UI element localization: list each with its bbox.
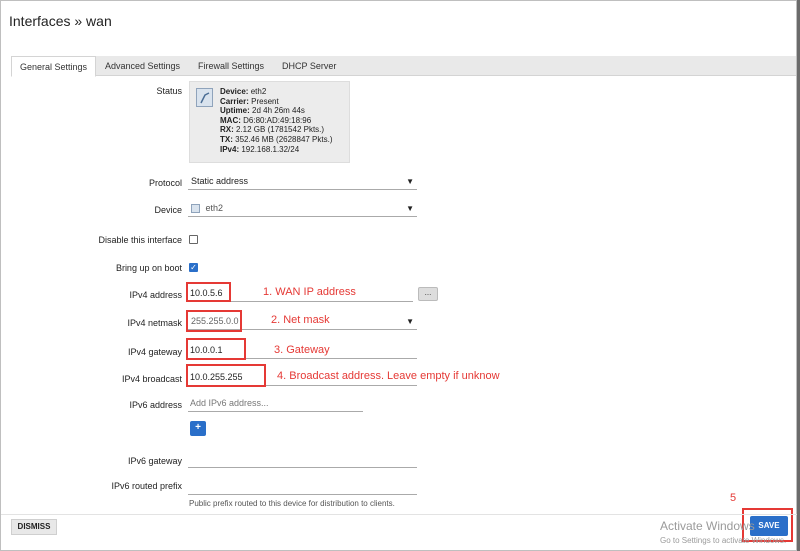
annotation-box-ipv4-gateway xyxy=(186,338,246,360)
add-ipv6-address-button[interactable]: + xyxy=(190,421,206,436)
status-panel: Device: eth2 Carrier: Present Uptime: 2d… xyxy=(189,81,350,163)
save-button[interactable]: SAVE xyxy=(750,516,788,536)
ipv6-routed-prefix-label: IPv6 routed prefix xyxy=(111,481,182,491)
device-select[interactable]: eth2 ▼ xyxy=(188,201,417,217)
ipv6-gateway-input[interactable] xyxy=(188,452,417,468)
annotation-box-ipv4-netmask xyxy=(186,310,242,332)
footer-divider xyxy=(1,514,798,515)
ipv4-address-more-button[interactable]: ... xyxy=(418,287,438,301)
ipv6-routed-prefix-hint: Public prefix routed to this device for … xyxy=(189,499,395,508)
chevron-down-icon: ▼ xyxy=(406,177,414,186)
chevron-down-icon: ▼ xyxy=(406,317,414,326)
protocol-select[interactable]: Static address ▼ xyxy=(188,174,417,190)
annotation-box-ipv4-broadcast xyxy=(186,364,266,387)
disable-interface-checkbox[interactable] xyxy=(189,235,198,244)
device-value: eth2 xyxy=(205,203,224,213)
interface-dialog: Interfaces » wan General Settings Advanc… xyxy=(0,0,798,551)
disable-interface-label: Disable this interface xyxy=(98,235,182,245)
status-line-carrier: Carrier: Present xyxy=(220,96,279,106)
tab-advanced-settings[interactable]: Advanced Settings xyxy=(97,56,188,76)
annotation-box-ipv4-address xyxy=(186,282,231,302)
annotation-1: 1. WAN IP address xyxy=(263,286,356,298)
ipv4-gateway-label: IPv4 gateway xyxy=(127,347,182,357)
ipv4-address-label: IPv4 address xyxy=(129,290,182,300)
status-line-tx: TX: 352.46 MB (2628847 Pkts.) xyxy=(220,134,333,144)
annotation-2: 2. Net mask xyxy=(271,314,330,326)
ethernet-port-icon xyxy=(196,88,213,107)
ipv6-routed-prefix-input[interactable] xyxy=(188,479,417,495)
device-label: Device xyxy=(154,205,182,215)
status-line-mac: MAC: D6:80:AD:49:18:96 xyxy=(220,115,312,125)
annotation-4: 4. Broadcast address. Leave empty if unk… xyxy=(277,370,500,382)
status-lines: Device: eth2 Carrier: Present Uptime: 2d… xyxy=(220,87,333,154)
bring-up-on-boot-checkbox[interactable]: ✓ xyxy=(189,263,198,272)
protocol-label: Protocol xyxy=(148,178,182,188)
ipv6-address-input[interactable]: Add IPv6 address... xyxy=(188,396,363,412)
ipv6-gateway-label: IPv6 gateway xyxy=(127,456,182,466)
tab-bar: General Settings Advanced Settings Firew… xyxy=(11,56,796,77)
ethernet-port-icon xyxy=(191,204,200,214)
status-line-uptime: Uptime: 2d 4h 26m 44s xyxy=(220,106,305,116)
activation-watermark-subtitle: Go to Settings to activate Windows. xyxy=(660,536,787,545)
annotation-3: 3. Gateway xyxy=(274,344,330,356)
status-label: Status xyxy=(156,86,182,96)
dismiss-button[interactable]: DISMISS xyxy=(11,519,57,535)
ipv4-broadcast-label: IPv4 broadcast xyxy=(121,374,182,384)
ipv6-address-label: IPv6 address xyxy=(129,400,182,410)
tab-general-settings[interactable]: General Settings xyxy=(11,56,97,77)
tab-firewall-settings[interactable]: Firewall Settings xyxy=(190,56,272,76)
annotation-5: 5 xyxy=(730,492,737,504)
status-line-device: Device: eth2 xyxy=(220,87,267,96)
bring-up-on-boot-label: Bring up on boot xyxy=(115,263,182,273)
status-line-rx: RX: 2.12 GB (1781542 Pkts.) xyxy=(220,125,325,135)
dialog-title: Interfaces » wan xyxy=(9,13,112,29)
activation-watermark-title: Activate Windows xyxy=(660,519,755,533)
ipv4-netmask-label: IPv4 netmask xyxy=(127,318,182,328)
status-line-ipv4: IPv4: 192.168.1.32/24 xyxy=(220,144,300,154)
chevron-down-icon: ▼ xyxy=(406,204,414,213)
tab-dhcp-server[interactable]: DHCP Server xyxy=(274,56,344,76)
protocol-value: Static address xyxy=(191,176,249,186)
